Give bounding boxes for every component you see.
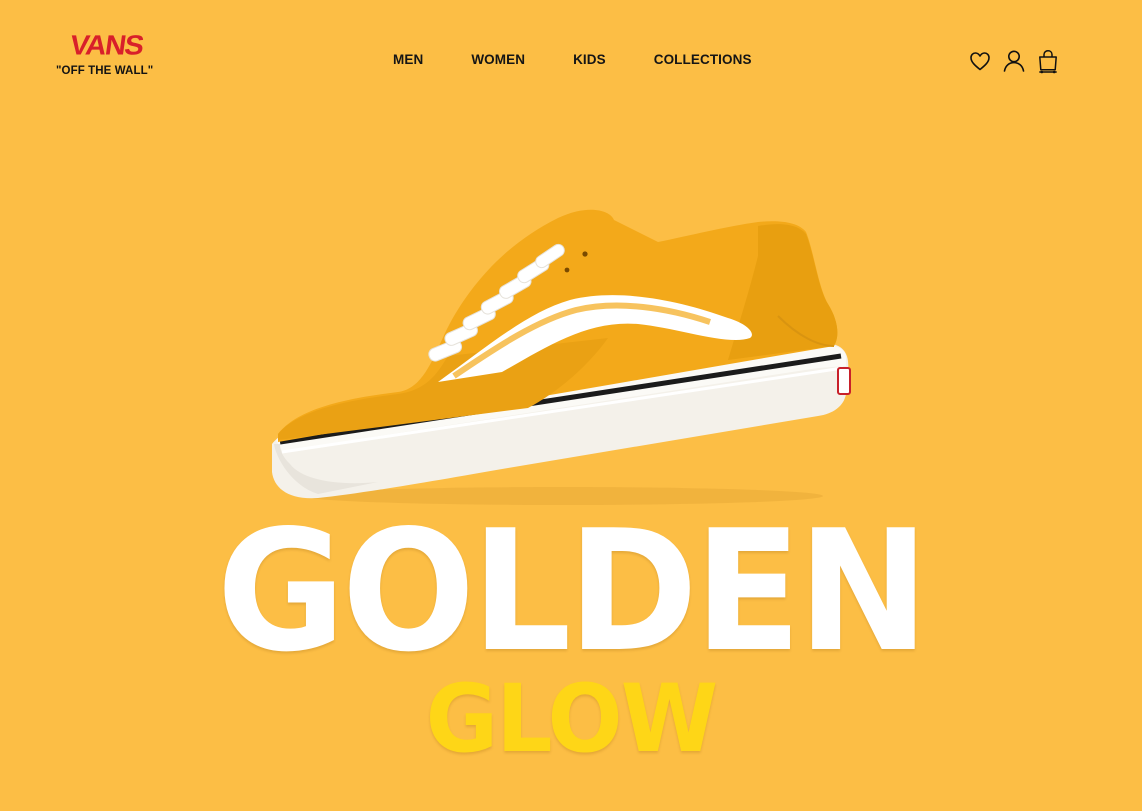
hero-subtitle: GLOW: [425, 665, 719, 774]
shopping-bag-icon: [1039, 50, 1057, 74]
logo-tagline: "OFF THE WALL": [56, 65, 154, 77]
account-button[interactable]: [1001, 47, 1027, 75]
vans-logo[interactable]: VANS "OFF THE WALL": [56, 30, 171, 80]
heart-icon: [970, 52, 990, 71]
sneaker-illustration: [272, 209, 851, 505]
header-actions: [967, 47, 1061, 75]
nav-item-collections[interactable]: COLLECTIONS: [654, 51, 752, 69]
main-nav: MEN WOMEN KIDS COLLECTIONS: [393, 51, 752, 69]
user-icon: [1003, 50, 1025, 72]
nav-item-kids[interactable]: KIDS: [573, 51, 606, 69]
logo-wordmark: VANS: [67, 30, 145, 62]
wishlist-button[interactable]: [967, 47, 993, 75]
nav-item-women[interactable]: WOMEN: [471, 51, 525, 69]
hero-sneaker-image: [258, 196, 870, 514]
hero-title: GOLDEN: [216, 495, 929, 689]
site-header: VANS "OFF THE WALL" MEN WOMEN KIDS COLLE…: [0, 0, 1142, 110]
nav-item-men[interactable]: MEN: [393, 51, 423, 69]
cart-button[interactable]: [1035, 47, 1061, 75]
